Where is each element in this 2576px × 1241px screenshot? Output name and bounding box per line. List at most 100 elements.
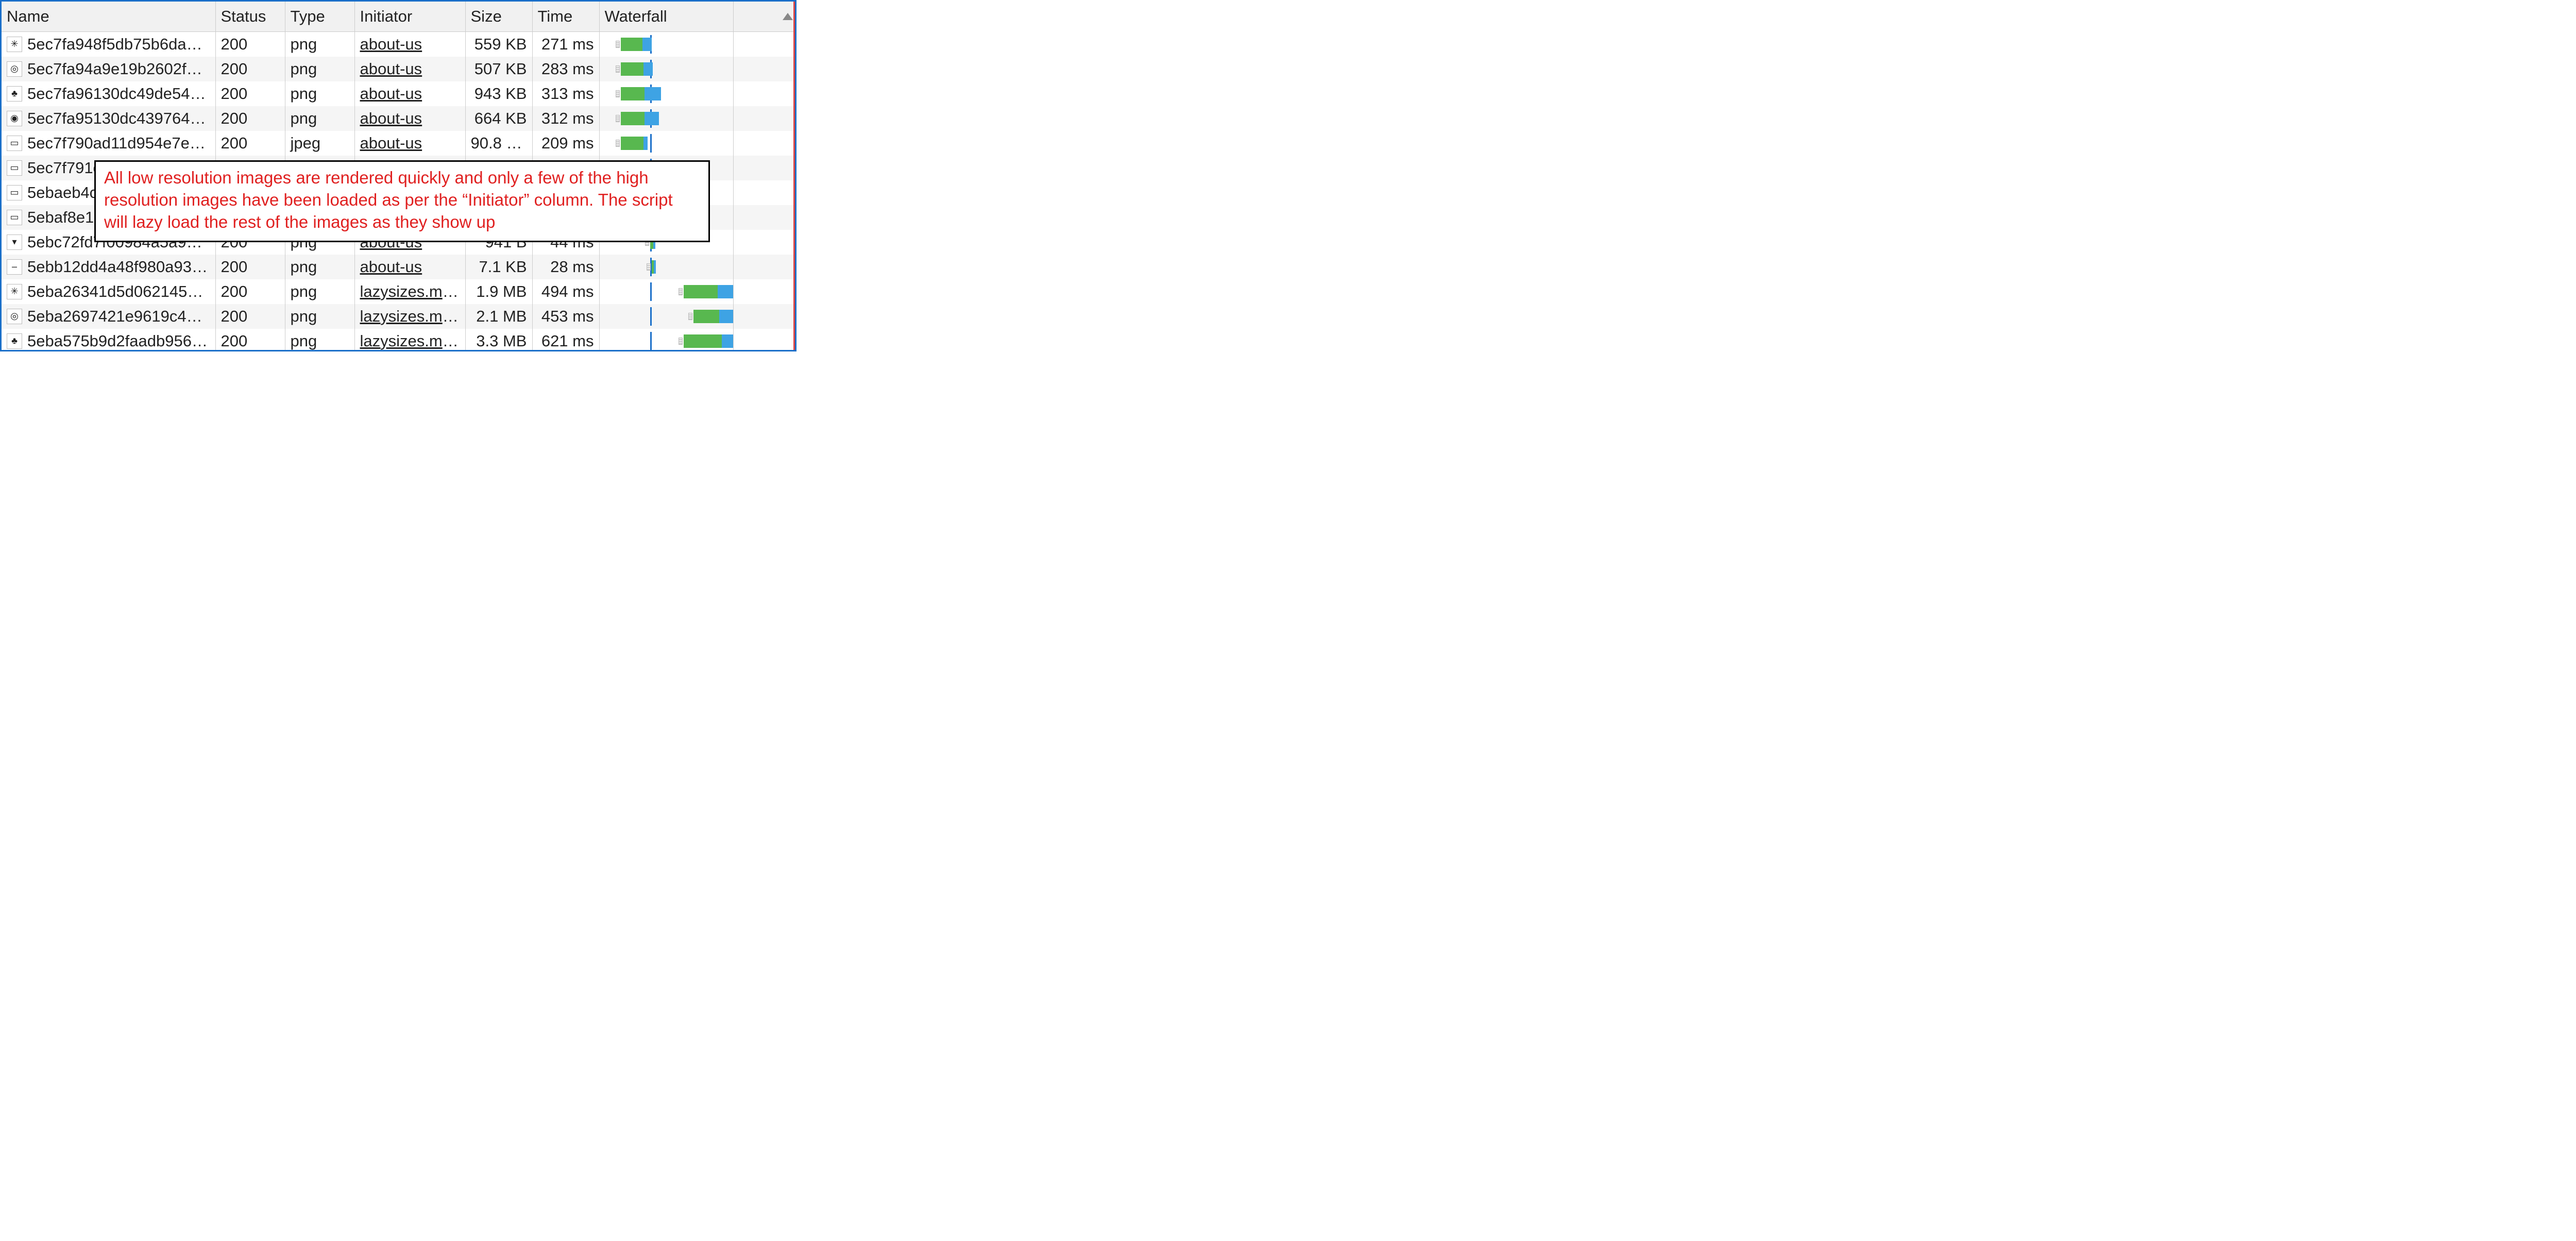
col-header-initiator[interactable]: Initiator [354,2,465,31]
waterfall-waiting-segment [621,112,645,125]
table-row[interactable]: ◉5ec7fa95130dc439764380…200pngabout-us66… [2,106,796,131]
table-row[interactable]: –5ebb12dd4a48f980a93282…200pngabout-us7.… [2,255,796,279]
cell-pad [733,255,796,279]
initiator-link[interactable]: about-us [360,258,422,276]
cell-waterfall [599,57,733,81]
cell-status: 200 [215,131,285,156]
waterfall-bar[interactable] [688,310,733,323]
cell-status: 200 [215,279,285,304]
cell-initiator[interactable]: about-us [354,255,465,279]
cell-initiator[interactable]: lazysizes.min… [354,329,465,352]
cell-initiator[interactable]: about-us [354,57,465,81]
table-row[interactable]: ◎5ec7fa94a9e19b2602fb6c5…200pngabout-us5… [2,57,796,81]
cell-name[interactable]: –5ebb12dd4a48f980a93282… [2,255,215,279]
table-row[interactable]: ♣5ec7fa96130dc49de54380…200pngabout-us94… [2,81,796,106]
waterfall-download-segment [654,260,656,274]
cell-time: 28 ms [532,255,599,279]
file-thumb-icon: ▾ [7,234,22,250]
waterfall-queue-segment [616,140,620,147]
initiator-link[interactable]: lazysizes.min… [360,332,466,350]
cell-pad [733,180,796,205]
cell-name[interactable]: ♣5ec7fa96130dc49de54380… [2,81,215,106]
cell-name[interactable]: ✳5ec7fa948f5db75b6da76c4… [2,31,215,57]
cell-status: 200 [215,304,285,329]
initiator-link[interactable]: about-us [360,134,422,152]
cell-size: 90.8 KB [465,131,532,156]
cell-time: 621 ms [532,329,599,352]
cell-status: 200 [215,31,285,57]
waterfall-download-segment [645,112,659,125]
waterfall-bar[interactable] [647,260,656,274]
file-thumb-icon: ▭ [7,185,22,200]
waterfall-timeline-marker [650,307,652,326]
file-thumb-icon: ✳ [7,284,22,299]
cell-name[interactable]: ◉5ec7fa95130dc439764380… [2,106,215,131]
initiator-link[interactable]: lazysizes.min… [360,307,466,325]
waterfall-queue-segment [616,115,620,122]
waterfall-bar[interactable] [616,62,653,76]
table-row[interactable]: ✳5eba26341d5d0621457eb1…200png lazysizes.… [2,279,796,304]
file-name-text: 5ec7fa96130dc49de54380… [27,85,210,103]
cell-initiator[interactable]: about-us [354,131,465,156]
cell-initiator[interactable]: lazysizes.min… [354,279,465,304]
cell-pad [733,279,796,304]
waterfall-bar[interactable] [616,137,648,150]
cell-size: 7.1 KB [465,255,532,279]
cell-waterfall [599,329,733,352]
waterfall-bar[interactable] [616,112,659,125]
cell-size: 1.9 MB [465,279,532,304]
cell-initiator[interactable]: about-us [354,31,465,57]
network-panel: Name Status Type Initiator Size Time Wat… [0,0,796,351]
table-row[interactable]: ✳5ec7fa948f5db75b6da76c4…200pngabout-us5… [2,31,796,57]
table-row[interactable]: ♣5eba575b9d2faadb95624fb…200pnglazysizes… [2,329,796,352]
col-header-type[interactable]: Type [285,2,354,31]
file-name-text: 5ebb12dd4a48f980a93282… [27,258,210,276]
cell-initiator[interactable]: about-us [354,81,465,106]
initiator-link[interactable]: about-us [360,35,422,53]
cell-name[interactable]: ▭5ec7f790ad11d954e7e87af… [2,131,215,156]
waterfall-download-segment [719,310,733,323]
cell-name[interactable]: ✳5eba26341d5d0621457eb1… [2,279,215,304]
col-header-waterfall[interactable]: Waterfall [599,2,733,31]
file-name-text: 5ec7fa94a9e19b2602fb6c5… [27,60,210,78]
waterfall-queue-segment [616,65,620,73]
cell-name[interactable]: ◎5eba2697421e9619c4cdd6… [2,304,215,329]
table-row[interactable]: ◎5eba2697421e9619c4cdd6…200pnglazysizes.… [2,304,796,329]
waterfall-queue-segment [616,41,620,48]
waterfall-bar[interactable] [616,38,652,51]
cell-type: jpeg [285,131,354,156]
cell-initiator[interactable]: lazysizes.min… [354,304,465,329]
waterfall-waiting-segment [684,334,722,348]
waterfall-download-segment [642,38,652,51]
col-header-status[interactable]: Status [215,2,285,31]
col-header-time[interactable]: Time [532,2,599,31]
cell-size: 2.1 MB [465,304,532,329]
col-header-name[interactable]: Name [2,2,215,31]
cell-waterfall [599,255,733,279]
waterfall-bar[interactable] [616,87,661,100]
cell-time: 209 ms [532,131,599,156]
waterfall-bar[interactable] [679,285,733,298]
file-name-text: 5ec7f790ad11d954e7e87af… [27,134,210,153]
cell-name[interactable]: ◎5ec7fa94a9e19b2602fb6c5… [2,57,215,81]
initiator-link[interactable]: about-us [360,85,422,103]
cell-name[interactable]: ♣5eba575b9d2faadb95624fb… [2,329,215,352]
file-name-text: 5ec7fa948f5db75b6da76c4… [27,35,210,54]
initiator-link[interactable]: lazysizes.min… [360,282,466,300]
initiator-link[interactable]: about-us [360,109,422,127]
file-name-text: 5ebaf8e16 [27,208,103,227]
waterfall-bar[interactable] [679,334,733,348]
cell-type: png [285,279,354,304]
waterfall-timeline-marker [650,282,652,301]
cell-waterfall [599,131,733,156]
initiator-link[interactable]: about-us [360,60,422,78]
waterfall-timeline-marker [650,134,652,153]
col-header-size[interactable]: Size [465,2,532,31]
cell-time: 283 ms [532,57,599,81]
cell-pad [733,329,796,352]
table-row[interactable]: ▭5ec7f790ad11d954e7e87af…200jpeg about-us… [2,131,796,156]
cell-pad [733,156,796,180]
cell-pad [733,304,796,329]
file-thumb-icon: ◎ [7,309,22,324]
cell-initiator[interactable]: about-us [354,106,465,131]
